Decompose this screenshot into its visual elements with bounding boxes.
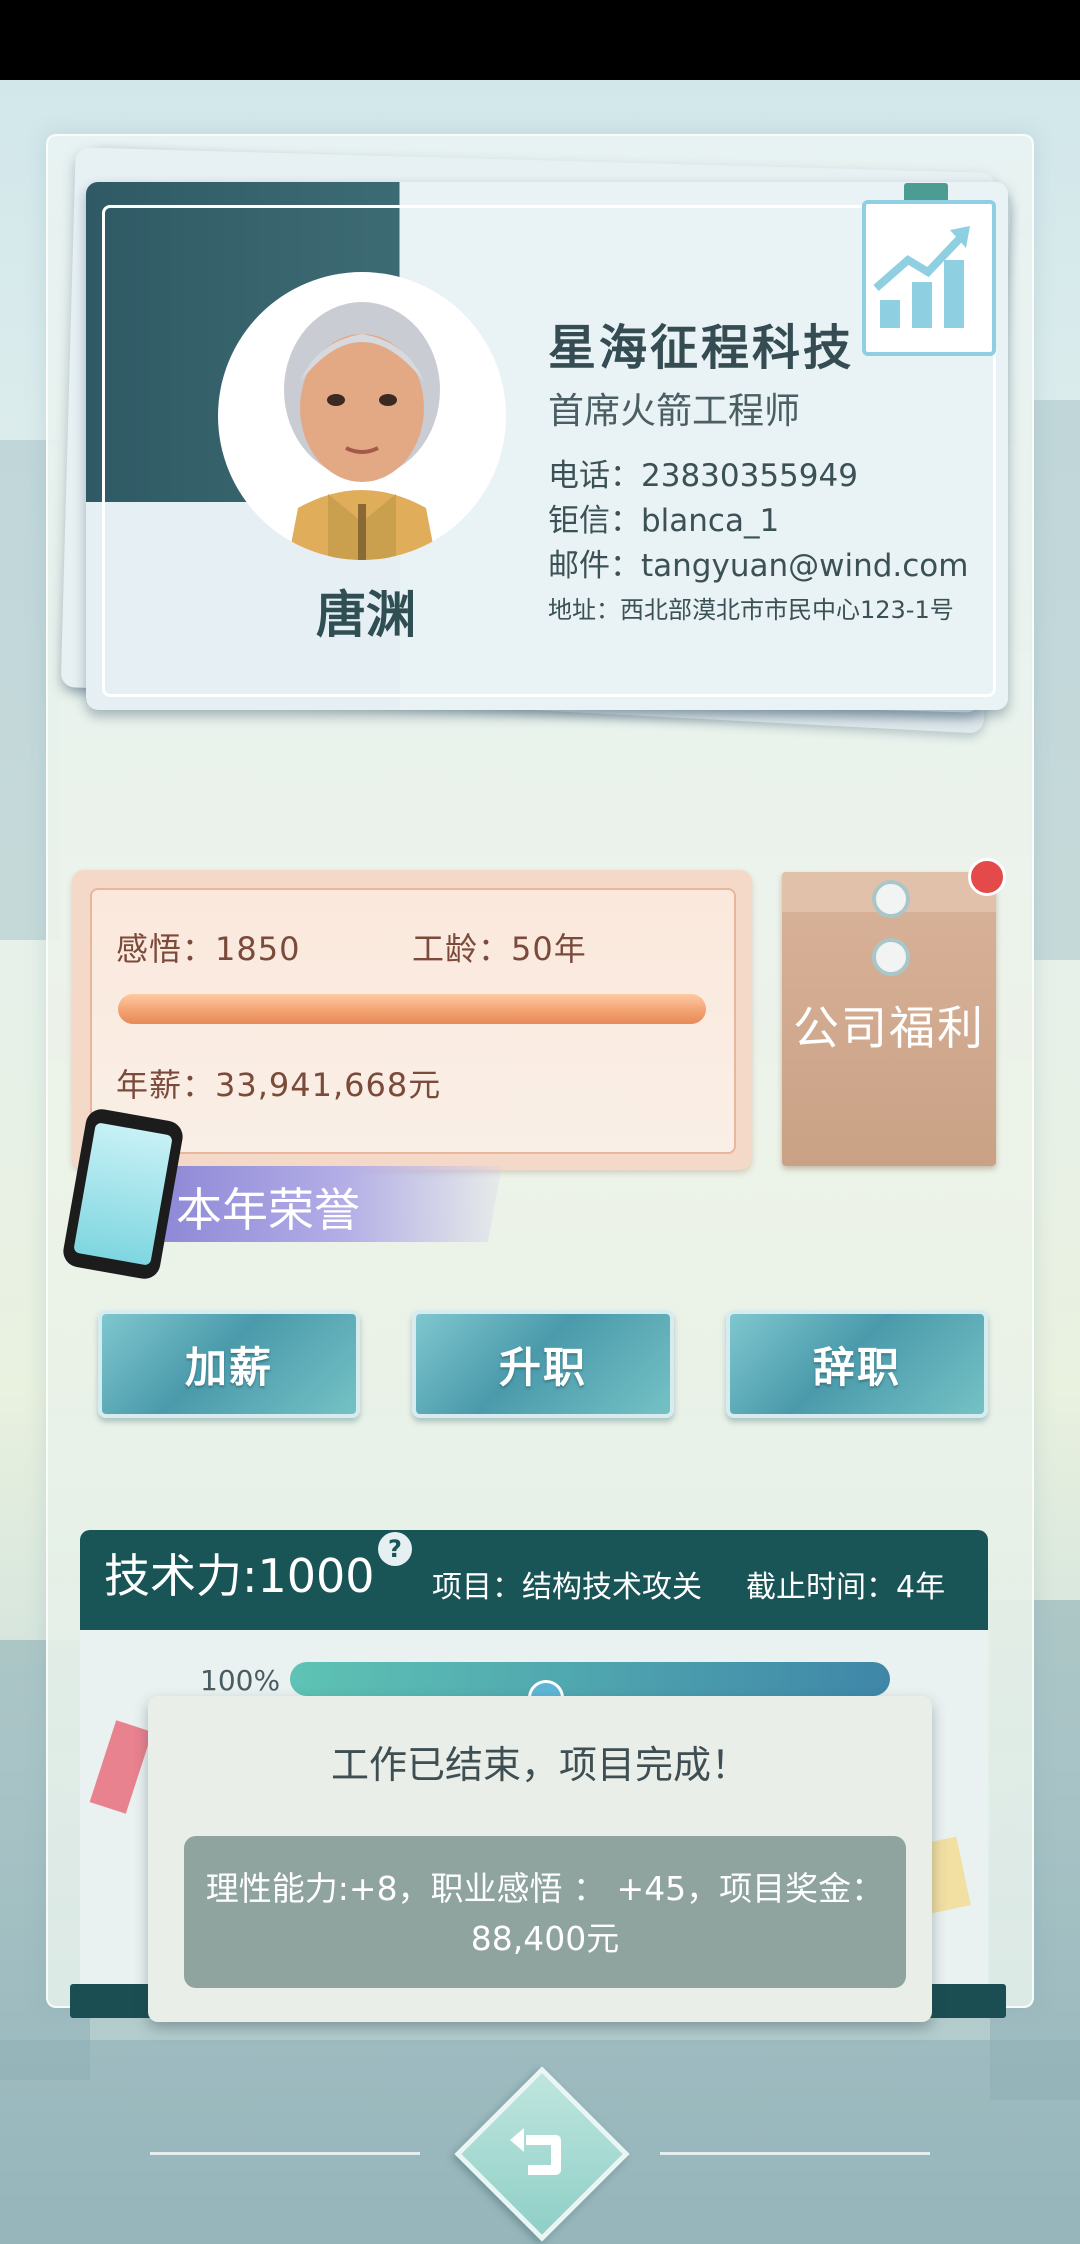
promote-button[interactable]: 升职 — [412, 1310, 674, 1418]
question-icon[interactable]: ? — [378, 1532, 412, 1566]
project-deadline: 截止时间：4年 — [746, 1570, 946, 1605]
city-skyline — [1030, 400, 1080, 960]
popup-title: 工作已结束，项目完成！ — [330, 1743, 749, 1787]
chat-id: 钜信：blanca_1 — [548, 503, 780, 539]
chart-growth-icon[interactable] — [862, 200, 996, 356]
salary-value: 年薪：33,941,668元 — [116, 1066, 442, 1104]
salary-progress-fill — [118, 994, 706, 1024]
address: 地址：西北部漠北市市民中心123-1号 — [548, 596, 954, 624]
envelope-knob — [872, 880, 910, 918]
annual-honor-label: 本年荣誉 — [176, 1183, 360, 1237]
decor-line — [660, 2152, 930, 2155]
status-bar — [0, 0, 1080, 80]
decor-line — [150, 2152, 420, 2155]
tech-power-value: 技术力:1000 — [104, 1549, 375, 1603]
insight-value: 感悟：1850 — [116, 930, 301, 968]
seniority-value: 工龄：50年 — [412, 930, 587, 968]
resign-button[interactable]: 辞职 — [726, 1310, 988, 1418]
back-arrow-graphic — [510, 2128, 561, 2175]
chart-growth-graphic — [873, 226, 970, 328]
popup-rewards: 理性能力:+8，职业感悟 ： +45，项目奖金：88,400元 — [205, 1869, 885, 1958]
avatar-portrait — [284, 302, 440, 560]
envelope-knob — [872, 938, 910, 976]
company-name: 星海征程科技 — [548, 320, 855, 376]
job-title: 首席火箭工程师 — [548, 391, 801, 432]
project-progress-fill — [290, 1662, 890, 1696]
employee-name: 唐渊 — [316, 586, 416, 644]
company-welfare-label: 公司福利 — [793, 1001, 985, 1055]
phone-number: 电话：23830355949 — [548, 458, 858, 494]
notification-dot — [968, 858, 1006, 896]
project-name: 项目：结构技术攻关 — [432, 1570, 702, 1605]
raise-salary-button[interactable]: 加薪 — [98, 1310, 360, 1418]
avatar — [218, 272, 506, 560]
email-address: 邮件：tangyuan@wind.com — [548, 548, 969, 584]
project-percent: 100% — [200, 1664, 281, 1697]
back-arrow-icon — [502, 2114, 582, 2194]
